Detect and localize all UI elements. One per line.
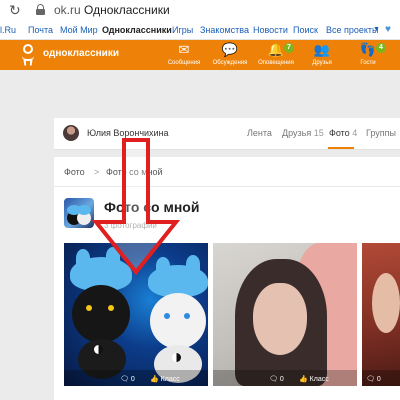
red-annotation-arrow (91, 138, 181, 276)
